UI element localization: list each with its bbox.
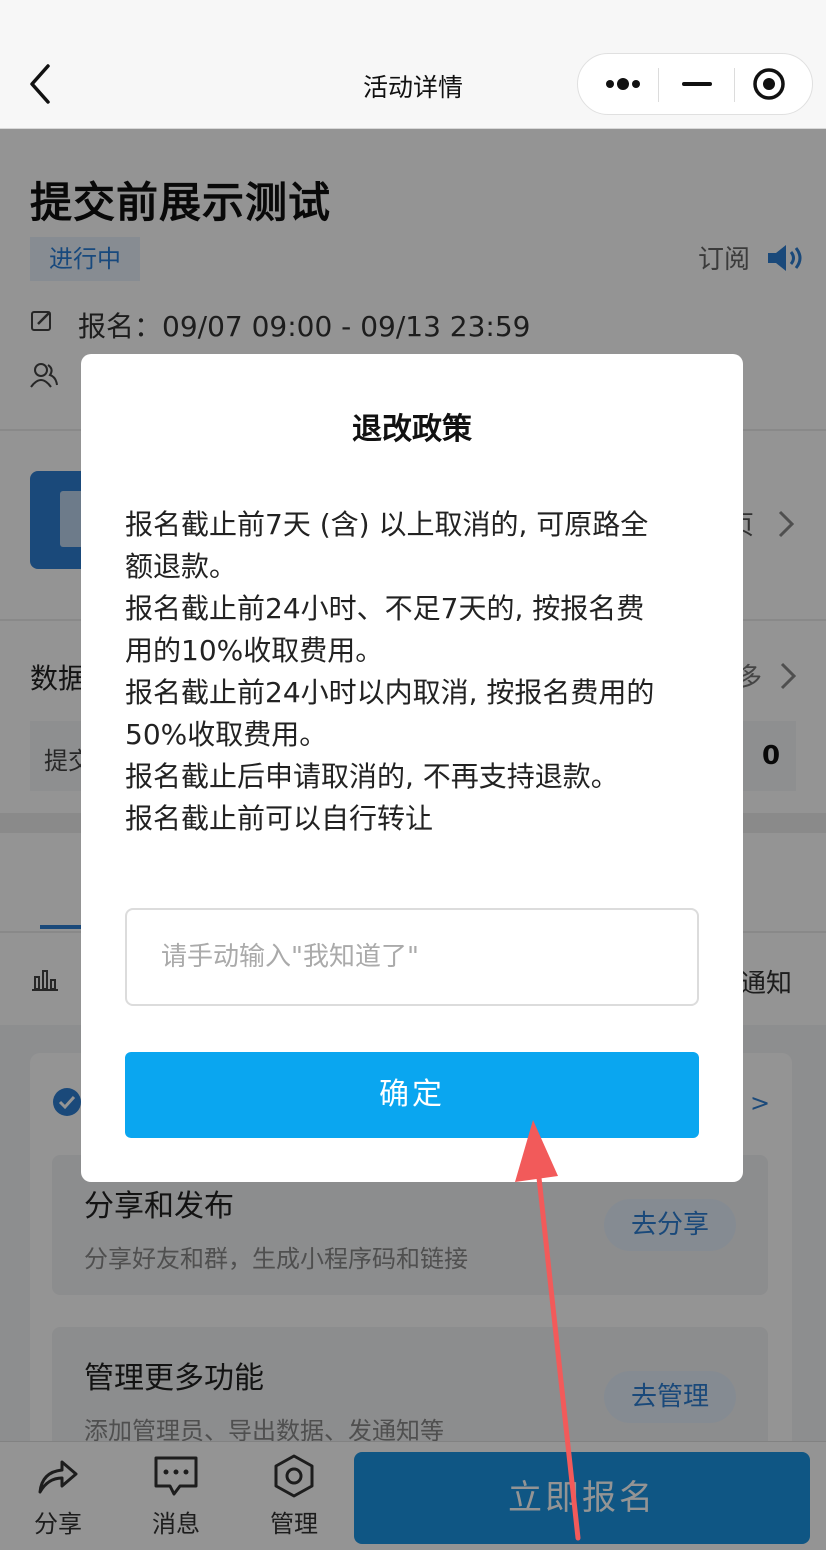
close-miniprogram-button[interactable] — [746, 62, 800, 106]
policy-line: 报名截止后申请取消的, 不再支持退款。 — [125, 760, 619, 793]
policy-text: 报名截止前7天 (含) 以上取消的, 可原路全 额退款。 报名截止前24小时、不… — [125, 504, 699, 840]
minimize-button[interactable] — [670, 62, 724, 106]
policy-line: 报名截止前可以自行转让 — [125, 802, 434, 835]
nav-bar: 活动详情 — [0, 0, 826, 129]
capsule-divider — [734, 68, 735, 102]
refund-policy-modal: 退改政策 报名截止前7天 (含) 以上取消的, 可原路全 额退款。 报名截止前2… — [81, 354, 743, 1182]
policy-line: 报名截止前7天 (含) 以上取消的, 可原路全 — [125, 508, 649, 541]
minimize-icon — [682, 82, 712, 86]
modal-title: 退改政策 — [352, 412, 472, 447]
policy-line: 额退款。 — [125, 550, 238, 583]
more-dots-icon — [606, 78, 640, 90]
confirm-button[interactable]: 确定 — [125, 1052, 699, 1138]
policy-line: 50%收取费用。 — [125, 718, 328, 751]
policy-line: 报名截止前24小时以内取消, 按报名费用的 — [125, 676, 655, 709]
policy-line: 用的10%收取费用。 — [125, 634, 384, 667]
mini-program-capsule — [577, 53, 813, 115]
more-menu-button[interactable] — [590, 62, 656, 106]
confirm-text-input[interactable] — [125, 908, 699, 1006]
policy-line: 报名截止前24小时、不足7天的, 按报名费 — [125, 592, 645, 625]
target-close-icon — [753, 68, 785, 100]
capsule-divider — [658, 68, 659, 102]
